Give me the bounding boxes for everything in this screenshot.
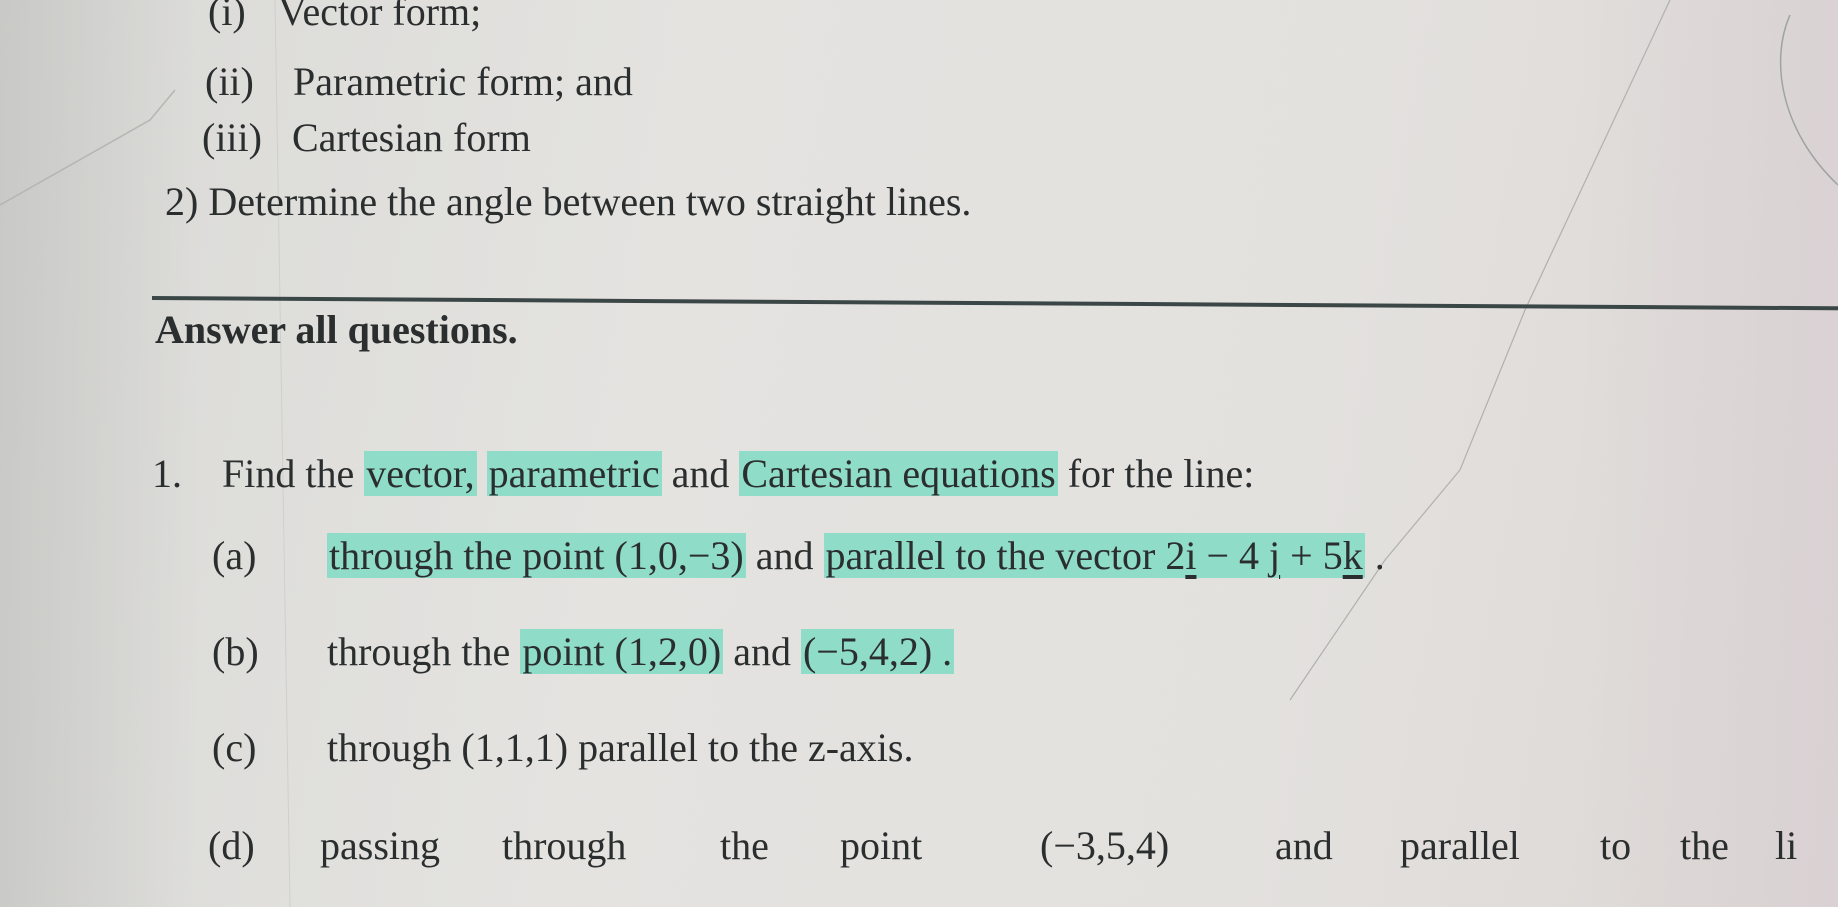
question-text: Find the	[222, 451, 365, 496]
sub-item-ii: (ii) Parametric form; and	[205, 58, 633, 106]
part-marker: (b)	[212, 629, 259, 674]
part-word: passing	[320, 823, 440, 868]
part-text: parallel to the vector	[825, 533, 1166, 578]
highlight-point: through the point (1,0,−3)	[327, 533, 746, 578]
part-word: to	[1600, 823, 1632, 868]
unit-vector-k: k	[1342, 533, 1363, 578]
highlight-point-1: point (1,2,0)	[520, 629, 724, 674]
sub-item-iii: (iii) Cartesian form	[202, 114, 531, 162]
part-word: li	[1775, 823, 1798, 868]
sub-item-marker: (iii)	[202, 115, 262, 160]
sub-item-text: Cartesian form	[292, 115, 531, 160]
vector-expression: 2i − 4 j + 5k	[1165, 533, 1362, 578]
instruction-heading: Answer all questions.	[155, 307, 518, 352]
highlight-parametric: parametric	[486, 451, 662, 496]
coef: − 4	[1196, 533, 1260, 578]
part-marker: (d)	[208, 823, 255, 868]
part-text: and	[723, 629, 801, 674]
highlight-parallel-vector: parallel to the vector 2i − 4 j + 5k	[823, 533, 1365, 578]
part-c: (c) through (1,1,1) parallel to the z-axi…	[212, 724, 913, 772]
sub-item-text: Vector form;	[278, 0, 482, 34]
highlight-cartesian: Cartesian equations	[739, 451, 1058, 496]
photo-glare-right	[1578, 0, 1838, 907]
part-word: through	[502, 823, 627, 868]
part-marker: (c)	[212, 725, 257, 770]
question-1: 1. Find the vector, parametric and Cartes…	[152, 450, 1254, 498]
objective-2: 2) Determine the angle between two strai…	[165, 179, 972, 224]
part-text: .	[1364, 533, 1385, 578]
part-text: and	[745, 533, 824, 578]
part-text: through the	[327, 629, 521, 674]
question-text: for the line:	[1057, 451, 1255, 496]
part-a: (a) through the point (1,0,−3) and parall…	[212, 532, 1385, 580]
sub-item-i: (i) Vector form;	[208, 0, 481, 36]
unit-vector-i: i	[1185, 533, 1197, 578]
part-marker: (a)	[212, 533, 257, 578]
sub-item-marker: (i)	[208, 0, 246, 34]
unit-vector-j: j	[1269, 533, 1281, 578]
part-word: (−3,5,4)	[1040, 823, 1170, 868]
question-text: and	[661, 451, 740, 496]
part-text: through (1,1,1) parallel to the z-axis.	[327, 725, 914, 770]
sub-item-text: Parametric form; and	[293, 59, 633, 104]
coef: + 5	[1280, 533, 1343, 578]
coef: 2	[1165, 533, 1186, 578]
sub-item-marker: (ii)	[205, 59, 254, 104]
highlight-point-2: (−5,4,2) .	[800, 629, 955, 674]
highlight-vector: vector,	[364, 451, 477, 496]
part-d: (d) passing through the point (−3,5,4) and para…	[208, 822, 1797, 870]
part-word: the	[1680, 823, 1729, 868]
part-word: point	[840, 823, 923, 868]
question-number: 1.	[152, 451, 182, 496]
part-word: and	[1275, 823, 1333, 868]
part-word: parallel	[1400, 823, 1520, 868]
part-word: the	[720, 823, 769, 868]
part-b: (b) through the point (1,2,0) and (−5,4,2…	[212, 628, 955, 676]
